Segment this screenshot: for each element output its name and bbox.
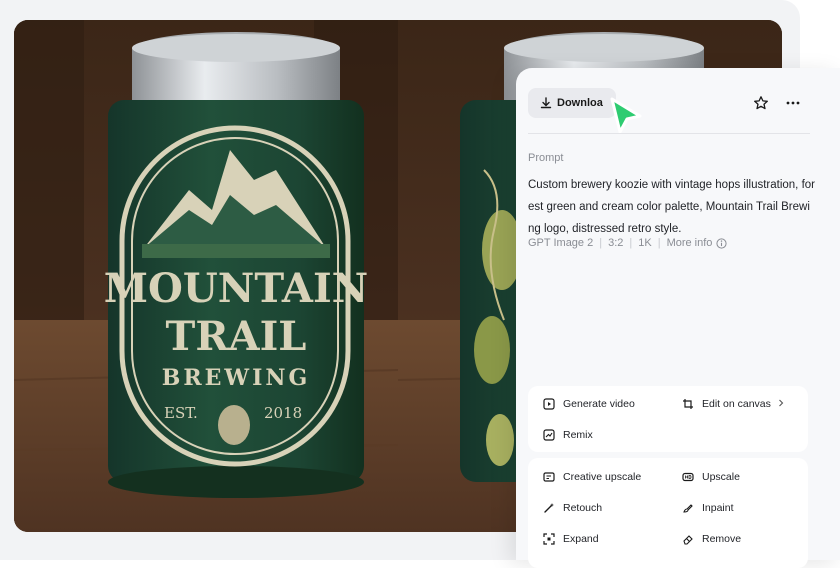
remix-button[interactable]: Remix (542, 428, 593, 442)
expand-icon (542, 532, 556, 546)
edit-on-canvas-label: Edit on canvas (702, 398, 771, 410)
more-info-link[interactable]: More info (667, 237, 713, 249)
download-label: Downloa (557, 97, 603, 109)
aspect-ratio: 3:2 (608, 237, 624, 249)
divider (528, 133, 810, 134)
info-icon[interactable] (716, 237, 728, 249)
panel-header: Downloa (528, 88, 822, 118)
retouch-button[interactable]: Retouch (542, 501, 602, 515)
resolution: 1K (638, 237, 652, 249)
generate-video-label: Generate video (563, 398, 635, 410)
more-horizontal-icon[interactable] (782, 92, 804, 114)
download-icon (540, 97, 552, 109)
edit-tools-card: Creative upscale Upscale Retouch Inpaint… (528, 458, 808, 568)
chevron-right-icon (777, 398, 785, 410)
logo-line1: MOUNTAIN (104, 265, 368, 312)
remove-label: Remove (702, 533, 742, 545)
creative-upscale-label: Creative upscale (563, 471, 642, 483)
prompt-label: Prompt (528, 152, 564, 164)
upscale-button[interactable]: Upscale (681, 470, 740, 484)
expand-button[interactable]: Expand (542, 532, 599, 546)
crop-icon (681, 397, 695, 411)
generation-meta: GPT Image 2 | 3:2 | 1K | More info (528, 237, 728, 249)
expand-label: Expand (563, 533, 599, 545)
play-square-icon (542, 397, 556, 411)
creative-upscale-button[interactable]: Creative upscale (542, 470, 641, 484)
star-icon[interactable] (750, 92, 772, 114)
eraser-icon (681, 532, 695, 546)
inpaint-label: Inpaint (702, 502, 734, 514)
model-name: GPT Image 2 (528, 237, 594, 249)
primary-actions-card: Generate video Edit on canvas Remix (528, 386, 808, 452)
prompt-text: Custom brewery koozie with vintage hops … (528, 179, 815, 235)
logo-year: 2018 (264, 404, 302, 422)
remix-icon (542, 428, 556, 442)
download-button[interactable]: Downloa (528, 88, 616, 118)
logo-line2: TRAIL (166, 313, 307, 360)
magic-wand-icon (542, 501, 556, 515)
generate-video-button[interactable]: Generate video (542, 397, 635, 411)
inpaint-button[interactable]: Inpaint (681, 501, 734, 515)
remix-label: Remix (563, 429, 593, 441)
logo-est: EST. (164, 404, 198, 422)
cursor-pointer-icon (606, 96, 646, 143)
hd-icon (681, 470, 695, 484)
creative-upscale-icon (542, 470, 556, 484)
inpaint-icon (681, 501, 695, 515)
logo-line3: BREWING (162, 365, 311, 391)
upscale-label: Upscale (702, 471, 740, 483)
image-details-panel: Downloa Prompt Custom brewery koozie wit… (516, 68, 840, 568)
remove-button[interactable]: Remove (681, 532, 741, 546)
retouch-label: Retouch (563, 502, 603, 514)
edit-on-canvas-button[interactable]: Edit on canvas (681, 397, 785, 411)
